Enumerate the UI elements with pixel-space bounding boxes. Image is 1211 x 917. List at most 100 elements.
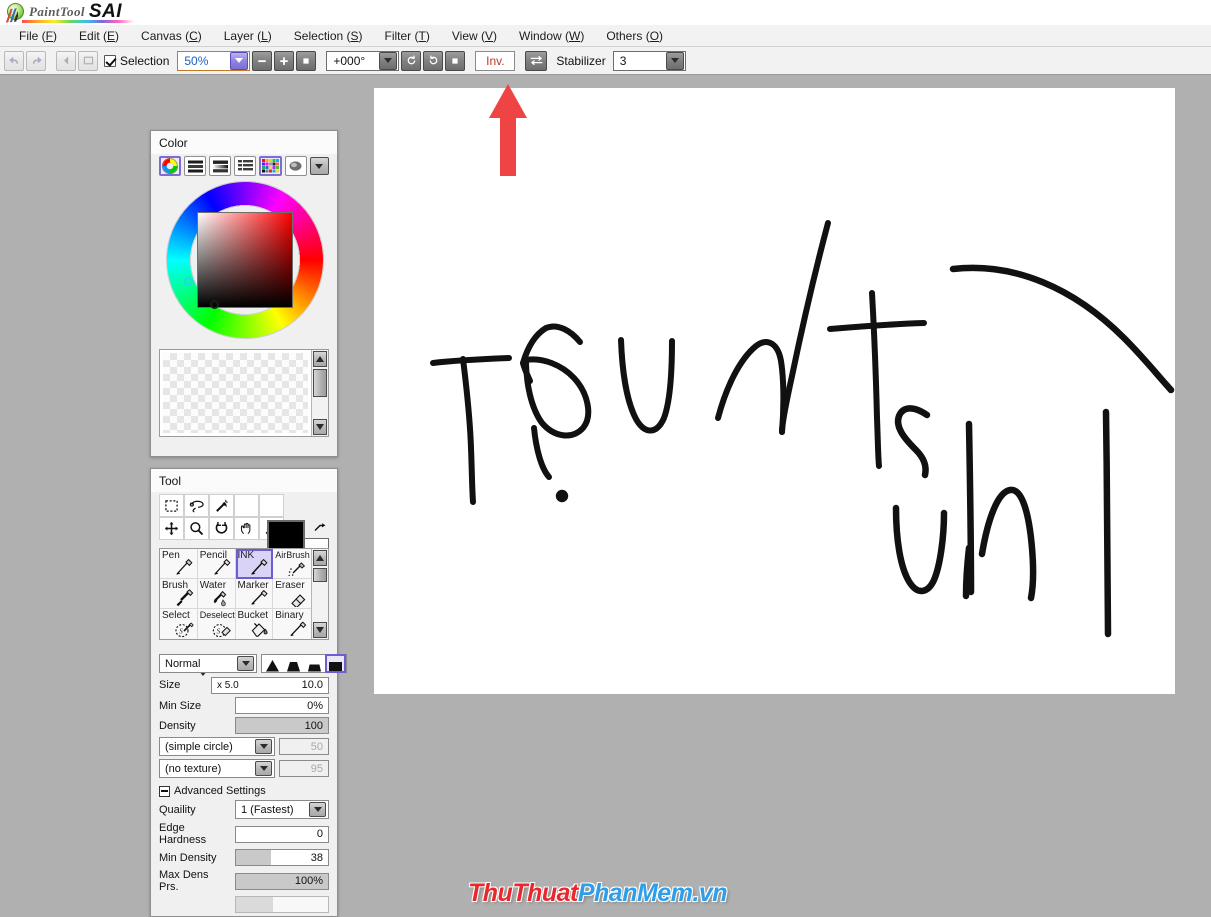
zoom-dropdown-icon[interactable] [230, 51, 249, 70]
brush-select[interactable]: Select S [160, 609, 198, 639]
saturation-value-cursor[interactable] [210, 300, 219, 309]
color-list-mode-icon[interactable] [234, 156, 257, 176]
rect-select-icon[interactable] [159, 494, 184, 517]
brush-binary[interactable]: Binary [273, 609, 311, 639]
brush-list-scrollbar[interactable] [311, 549, 328, 639]
brush-marker[interactable]: Marker [235, 579, 274, 609]
menu-view[interactable]: View (V) [441, 27, 508, 45]
menu-filter[interactable]: Filter (T) [374, 27, 441, 45]
rotate-icon[interactable] [209, 517, 234, 540]
min-size-slider[interactable]: 0% [235, 697, 329, 714]
rotate-reset-button[interactable] [445, 50, 466, 71]
brush-pen[interactable]: Pen [160, 549, 198, 579]
brush-shape-select[interactable]: (simple circle) [159, 737, 275, 756]
zoom-out-button[interactable] [252, 50, 273, 71]
brush-eraser[interactable]: Eraser [273, 579, 311, 609]
max-dens-prs-slider[interactable]: 100% [235, 872, 329, 890]
next-layer-icon[interactable] [78, 50, 98, 71]
stabilizer-dropdown-icon[interactable] [665, 51, 684, 70]
brush-deselect[interactable]: Deselect S [197, 609, 236, 639]
invert-selection-button[interactable]: Inv. [475, 50, 516, 71]
medium-edge-shape-icon[interactable] [284, 655, 303, 672]
color-wheel[interactable] [157, 181, 333, 343]
move-icon[interactable] [159, 517, 184, 540]
magic-wand-icon[interactable] [209, 494, 234, 517]
zoom-level-field[interactable]: 50% [177, 50, 251, 71]
swatch-grid[interactable] [163, 353, 308, 433]
scroll-up-icon[interactable] [313, 351, 327, 367]
brush-scroll-down-icon[interactable] [313, 622, 327, 638]
swap-colors-icon[interactable] [313, 520, 327, 536]
brush-shape-amount-slider[interactable]: 50 [279, 738, 329, 755]
min-density-slider[interactable]: 38 [235, 849, 329, 866]
rgb-slider-mode-icon[interactable] [184, 156, 207, 176]
hsv-slider-mode-icon[interactable] [209, 156, 232, 176]
selection-checkbox[interactable]: Selection [104, 54, 169, 68]
brush-bucket[interactable]: Bucket [235, 609, 274, 639]
brush-brush[interactable]: Brush [160, 579, 198, 609]
hand-icon[interactable] [234, 517, 259, 540]
zoom-icon[interactable] [184, 517, 209, 540]
zoom-in-button[interactable] [274, 50, 295, 71]
redo-arrow-icon[interactable] [26, 50, 46, 71]
menu-edit[interactable]: Edit (E) [68, 27, 130, 45]
rotation-dropdown-icon[interactable] [379, 51, 398, 70]
lasso-select-icon[interactable] [184, 494, 209, 517]
rotate-ccw-button[interactable] [401, 50, 422, 71]
saturation-value-square[interactable] [197, 212, 293, 308]
flip-horizontal-icon[interactable] [525, 50, 548, 71]
rotation-field[interactable]: +000° [326, 50, 400, 71]
palette-grid-mode-icon[interactable] [259, 156, 282, 176]
quality-dropdown-icon[interactable] [309, 802, 326, 817]
brush-shape-dropdown-icon[interactable] [255, 739, 272, 754]
brush-scrollbar-track[interactable] [312, 583, 328, 621]
edge-hardness-slider[interactable]: 0 [235, 825, 329, 843]
hue-cursor[interactable] [184, 277, 193, 286]
rotate-cw-button[interactable] [423, 50, 444, 71]
soft-edge-shape-icon[interactable] [263, 655, 282, 672]
scrollbar-track[interactable] [312, 398, 328, 418]
brush-scrollbar-thumb[interactable] [313, 568, 327, 582]
brush-texture-dropdown-icon[interactable] [255, 761, 272, 776]
brush-texture-amount-slider[interactable]: 95 [279, 760, 329, 777]
empty-swatch-tray[interactable] [159, 349, 329, 437]
brush-airbrush[interactable]: AirBrush [273, 549, 311, 579]
brush-ink[interactable]: INK [235, 549, 274, 579]
blend-mode-dropdown-icon[interactable] [237, 656, 254, 671]
brush-texture-select[interactable]: (no texture) [159, 759, 275, 778]
menu-canvas[interactable]: Canvas (C) [130, 27, 213, 45]
clipped-setting-slider[interactable] [235, 896, 329, 913]
zoom-reset-button[interactable] [296, 50, 317, 71]
size-slider[interactable]: x 5.0 10.0 [211, 676, 329, 694]
advanced-settings-header[interactable]: Advanced Settings [159, 785, 329, 797]
hard-edge-shape-icon[interactable] [325, 654, 346, 673]
blend-mode-select[interactable]: Normal [159, 654, 257, 673]
menu-layer[interactable]: Layer (L) [213, 27, 283, 45]
color-panel[interactable]: Color [150, 130, 338, 457]
size-mode-dropdown-icon[interactable] [199, 671, 207, 694]
collapse-toggle-icon[interactable] [159, 785, 170, 797]
menu-window[interactable]: Window (W) [508, 27, 595, 45]
empty-slot-1[interactable] [234, 494, 259, 517]
previous-layer-icon[interactable] [56, 50, 76, 71]
menu-file[interactable]: File (F) [8, 27, 68, 45]
scrollbar-thumb[interactable] [313, 369, 327, 397]
quality-select[interactable]: 1 (Fastest) [235, 800, 329, 819]
brush-water[interactable]: Water [197, 579, 236, 609]
empty-slot-2[interactable] [259, 494, 284, 517]
swatch-scrollbar[interactable] [311, 350, 328, 436]
undo-arrow-icon[interactable] [4, 50, 24, 71]
brush-tool-list[interactable]: Pen Pencil INK AirBrush Brush Water Mark… [159, 548, 329, 640]
brush-scroll-up-icon[interactable] [313, 550, 327, 566]
brush-pencil[interactable]: Pencil [197, 549, 236, 579]
firm-edge-shape-icon[interactable] [305, 655, 324, 672]
tool-panel[interactable]: Tool Pen Pencil INK AirBrush Brush Water… [150, 468, 347, 917]
menu-others[interactable]: Others (O) [595, 27, 674, 45]
color-wheel-mode-icon[interactable] [159, 156, 182, 176]
density-slider[interactable]: 100 [235, 717, 329, 734]
scroll-down-icon[interactable] [313, 419, 327, 435]
scratchpad-mode-icon[interactable] [284, 156, 307, 176]
menu-selection[interactable]: Selection (S) [283, 27, 374, 45]
stabilizer-field[interactable]: 3 [612, 50, 686, 71]
color-panel-menu-icon[interactable] [309, 157, 329, 175]
